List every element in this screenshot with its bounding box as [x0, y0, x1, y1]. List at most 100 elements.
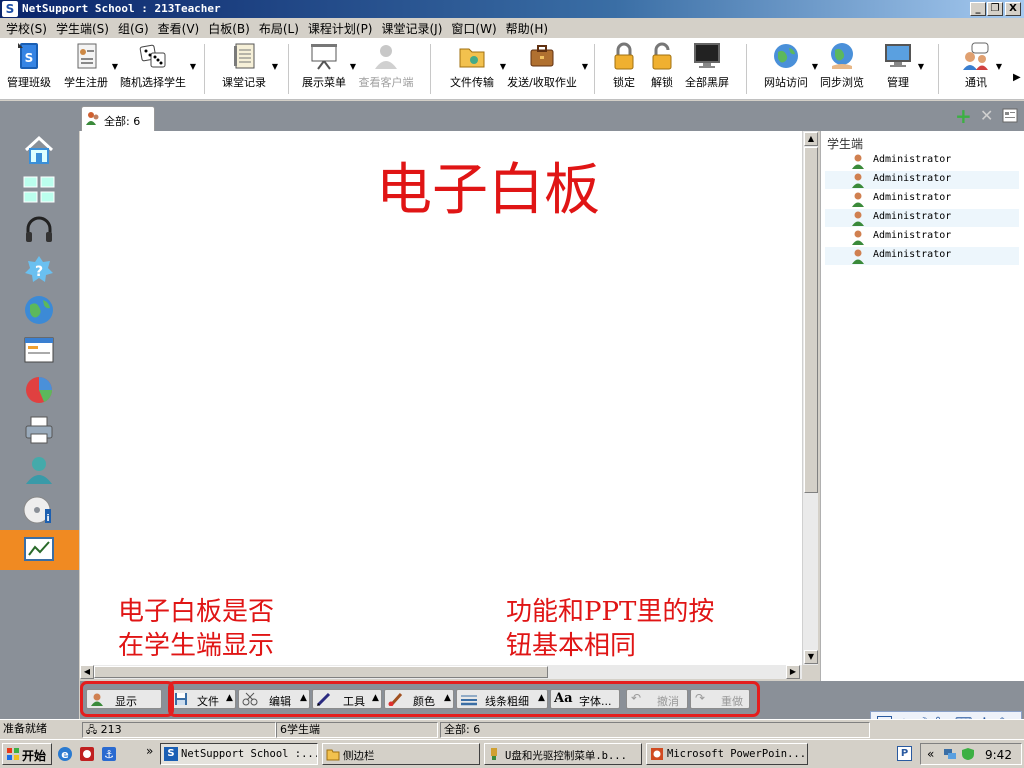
sync-browse-button[interactable]: 同步浏览	[818, 40, 866, 96]
quicklaunch-chevron-icon[interactable]: »	[146, 744, 153, 758]
blackscreen-button[interactable]: 全部黑屏	[682, 40, 732, 96]
taskbar-item-label: U盘和光驱控制菜单.b...	[505, 750, 627, 762]
send-collect-button[interactable]: 发送/收取作业 ▼	[504, 40, 588, 96]
random-select-dropdown-icon[interactable]: ▼	[190, 62, 196, 71]
student-list-panel: 学生端 Administrator Administrator Administ…	[820, 131, 1024, 681]
file-transfer-button[interactable]: 文件传输 ▼	[446, 40, 506, 96]
whiteboard-canvas[interactable]: 电子白板 电子白板是否 在学生端显示 功能和PPT里的按 钮基本相同	[80, 131, 802, 665]
annotation-left-line-1: 电子白板是否	[118, 597, 275, 627]
presentation-board-icon	[311, 44, 337, 70]
student-row[interactable]: Administrator	[825, 152, 1019, 170]
horizontal-scrollbar[interactable]: ◀ ▶	[80, 665, 802, 679]
random-select-button[interactable]: 随机选择学生 ▼	[118, 40, 196, 96]
send-collect-label: 发送/收取作业	[507, 76, 577, 89]
show-menu-button[interactable]: 展示菜单 ▼	[300, 40, 356, 96]
student-row[interactable]: Administrator	[825, 209, 1019, 227]
toolbar-divider	[938, 44, 939, 94]
minimize-button[interactable]: _	[970, 2, 986, 16]
manage-dropdown-icon[interactable]: ▼	[918, 62, 924, 71]
menu-view[interactable]: 查看(V)	[156, 20, 207, 37]
view-client-button[interactable]: 查看客户端	[356, 40, 416, 96]
manage-class-button[interactable]: S 管理班级	[4, 40, 54, 96]
scroll-up-arrow-icon[interactable]: ▲	[804, 132, 818, 146]
security-shield-icon[interactable]	[961, 747, 975, 761]
close-button[interactable]: X	[1005, 2, 1021, 16]
taskbar-item-sidebar-folder[interactable]: 侧边栏	[322, 743, 480, 765]
toolbar-more-arrow-icon[interactable]: ▶	[1013, 72, 1021, 83]
student-name: Administrator	[873, 211, 952, 222]
ime-taskbar-icon[interactable]: P	[897, 746, 912, 761]
menu-school[interactable]: 学校(S)	[4, 20, 54, 37]
taskbar-item-label: Microsoft PowerPoin...	[667, 748, 807, 760]
thumbnail-view-icon[interactable]	[22, 173, 56, 207]
menu-help[interactable]: 帮助(H)	[504, 20, 555, 37]
communication-dropdown-icon[interactable]: ▼	[996, 62, 1002, 71]
menu-group[interactable]: 组(G)	[116, 20, 156, 37]
student-user-icon	[852, 230, 864, 245]
app-quicklaunch-icon[interactable]	[79, 746, 95, 762]
scroll-left-arrow-icon[interactable]: ◀	[80, 665, 94, 679]
svg-text:e: e	[61, 748, 68, 761]
send-collect-dropdown-icon[interactable]: ▼	[582, 62, 588, 71]
vertical-scroll-thumb[interactable]	[804, 147, 818, 493]
pie-chart-icon[interactable]	[22, 373, 56, 407]
home-icon[interactable]	[22, 133, 56, 167]
menu-lesson-plan[interactable]: 课程计划(P)	[306, 20, 380, 37]
tray-chevron-icon[interactable]: «	[927, 747, 934, 761]
delete-group-icon[interactable]: ✕	[980, 108, 993, 124]
ie-quicklaunch-icon[interactable]: e	[57, 746, 73, 762]
restore-button[interactable]: ❐	[987, 2, 1003, 16]
start-button[interactable]: 开始	[2, 743, 52, 765]
web-access-button[interactable]: 网站访问 ▼	[762, 40, 818, 96]
menu-window[interactable]: 窗口(W)	[449, 20, 503, 37]
windows-taskbar: 开始 e ⚓ » S NetSupport School :... 侧边栏 U盘…	[0, 739, 1024, 768]
student-row[interactable]: Administrator	[825, 190, 1019, 208]
toolbar-divider	[204, 44, 205, 94]
student-panel-header: 学生端	[827, 137, 864, 151]
annotation-right-line-2: 钮基本相同	[506, 631, 637, 661]
disc-info-icon[interactable]: i	[22, 493, 56, 527]
horizontal-scroll-thumb[interactable]	[94, 666, 548, 678]
menu-student[interactable]: 学生端(S)	[54, 20, 116, 37]
add-group-icon[interactable]: +	[955, 106, 972, 126]
globe-icon[interactable]	[22, 293, 56, 327]
scroll-right-arrow-icon[interactable]: ▶	[786, 665, 800, 679]
menu-whiteboard[interactable]: 白板(B)	[206, 20, 257, 37]
class-record-button[interactable]: 课堂记录 ▼	[218, 40, 278, 96]
scroll-down-arrow-icon[interactable]: ▼	[804, 650, 818, 664]
whiteboard-heading: 电子白板	[376, 158, 600, 223]
tab-all-students[interactable]: 全部: 6	[81, 106, 155, 131]
student-row[interactable]: Administrator	[825, 247, 1019, 265]
help-question-icon[interactable]: ?	[22, 253, 56, 287]
menu-class-record[interactable]: 课堂记录(J)	[380, 20, 450, 37]
taskbar-item-label: 侧边栏	[343, 750, 375, 762]
taskbar-item-netsupport[interactable]: S NetSupport School :...	[160, 743, 318, 765]
anchor-quicklaunch-icon[interactable]: ⚓	[101, 746, 117, 762]
student-user-icon	[852, 211, 864, 226]
status-computer-name: 213	[100, 723, 122, 736]
student-row[interactable]: Administrator	[825, 171, 1019, 189]
taskbar-item-powerpoint[interactable]: Microsoft PowerPoin...	[646, 743, 808, 765]
whiteboard-chart-icon[interactable]	[22, 533, 56, 567]
lock-button[interactable]: 锁定	[606, 40, 642, 96]
student-user-icon	[852, 192, 864, 207]
taskbar-item-usb-menu[interactable]: U盘和光驱控制菜单.b...	[484, 743, 642, 765]
lock-label: 锁定	[613, 76, 635, 89]
student-register-button[interactable]: 学生注册 ▼	[62, 40, 118, 96]
headphones-icon[interactable]	[22, 213, 56, 247]
communication-button[interactable]: 通讯 ▼	[958, 40, 1002, 96]
user-profile-icon[interactable]	[22, 453, 56, 487]
class-record-dropdown-icon[interactable]: ▼	[272, 62, 278, 71]
student-row[interactable]: Administrator	[825, 228, 1019, 246]
status-bar: 准备就绪 🖧 213 6学生端 全部: 6	[0, 719, 1024, 739]
computer-manage-icon	[885, 44, 911, 67]
application-window-icon[interactable]	[22, 333, 56, 367]
view-client-label: 查看客户端	[358, 76, 414, 89]
menu-layout[interactable]: 布局(L)	[257, 20, 306, 37]
unlock-button[interactable]: 解锁	[644, 40, 680, 96]
vertical-scrollbar[interactable]: ▲ ▼	[802, 131, 818, 665]
network-tray-icon[interactable]	[943, 747, 957, 761]
manage-button[interactable]: 管理 ▼	[880, 40, 924, 96]
group-properties-icon[interactable]	[1002, 108, 1018, 123]
printer-icon[interactable]	[22, 413, 56, 447]
